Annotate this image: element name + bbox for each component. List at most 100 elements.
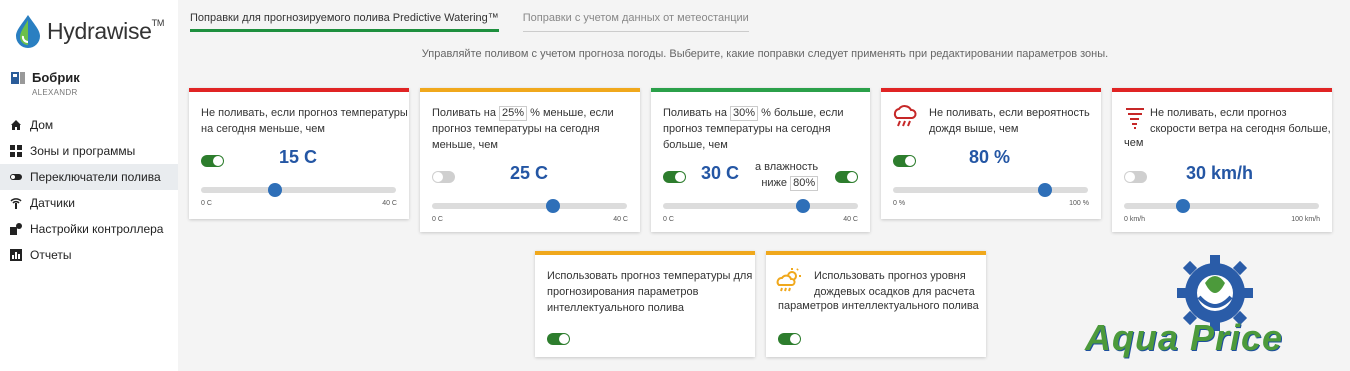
- slider-thumb[interactable]: [545, 199, 560, 213]
- card-slider[interactable]: [201, 183, 396, 197]
- chart-icon: [10, 249, 22, 261]
- card-text: прогнозирования параметров: [547, 286, 699, 298]
- card-slider[interactable]: [893, 183, 1088, 197]
- card-text: % больше, если: [758, 107, 844, 119]
- card-text: Не поливать, если прогноз температуры: [201, 107, 408, 119]
- card-toggle[interactable]: [201, 155, 224, 167]
- aqua-price-watermark: Aqua Price: [1085, 255, 1345, 365]
- card-text: Использовать прогноз уровня: [814, 270, 966, 282]
- card-toggle[interactable]: [663, 171, 686, 183]
- sidebar-item-home[interactable]: Дом: [0, 112, 178, 138]
- tab-weather-station[interactable]: Поправки с учетом данных от метеостанции: [522, 12, 749, 32]
- card-text: чем: [1124, 137, 1144, 149]
- card-text: дождя выше, чем: [929, 123, 1019, 135]
- watermark-text: Aqua Price: [1085, 317, 1284, 358]
- card-wind-speed: Не поливать, если прогноз скорости ветра…: [1112, 88, 1332, 232]
- user-block[interactable]: Бобрик ALEXANDR: [10, 70, 80, 97]
- humidity-label: а влажность: [755, 161, 819, 173]
- slider-thumb[interactable]: [1175, 199, 1190, 213]
- slider-max: 100 km/h: [1291, 216, 1320, 223]
- card-text: скорости ветра на сегодня больше,: [1150, 123, 1331, 135]
- grid-icon: [10, 145, 22, 157]
- slider-thumb[interactable]: [796, 199, 811, 213]
- card-rain-probability: Не поливать, если вероятность дождя выше…: [881, 88, 1101, 219]
- page-description: Управляйте поливом с учетом прогноза пог…: [421, 48, 1109, 60]
- antenna-icon: [10, 197, 22, 209]
- humidity-input[interactable]: 80%: [790, 176, 819, 191]
- logo-name: Hydrawise: [47, 17, 152, 44]
- card-text: Не поливать, если прогноз: [1150, 107, 1287, 119]
- sidebar-item-watering-switches[interactable]: Переключатели полива: [0, 164, 178, 190]
- sidebar-item-reports[interactable]: Отчеты: [0, 242, 178, 268]
- card-text: прогноз температуры на сегодня: [432, 123, 600, 135]
- card-water-less: Поливать на 25% % меньше, если прогноз т…: [420, 88, 640, 232]
- card-toggle[interactable]: [432, 171, 455, 183]
- slider-max: 40 C: [613, 216, 628, 223]
- slider-max: 100 %: [1069, 200, 1089, 207]
- card-value: 30 C: [701, 163, 740, 183]
- slider-thumb[interactable]: [1038, 183, 1053, 197]
- sidebar-item-sensors[interactable]: Датчики: [0, 190, 178, 216]
- card-toggle[interactable]: [547, 333, 570, 345]
- slider-min: 0 C: [432, 216, 443, 223]
- toggle-icon: [10, 171, 22, 183]
- sidebar-item-label: Настройки контроллера: [30, 222, 164, 236]
- card-slider[interactable]: [1124, 199, 1319, 213]
- slider-max: 40 C: [843, 216, 858, 223]
- card-text: меньше, чем: [432, 139, 498, 151]
- slider-min: 0 %: [893, 200, 906, 207]
- logo-tm: TM: [151, 17, 165, 28]
- percent-input[interactable]: 30%: [730, 106, 759, 121]
- slider-min: 0 km/h: [1124, 216, 1146, 223]
- card-text: Поливать на: [432, 107, 500, 119]
- card-text: интеллектуального полива: [547, 302, 684, 314]
- card-water-more: Поливать на 30% % больше, если прогноз т…: [651, 88, 870, 232]
- sidebar-item-zones[interactable]: Зоны и программы: [0, 138, 178, 164]
- card-text: % меньше, если: [527, 107, 614, 119]
- card-text: параметров интеллектуального полива: [778, 300, 979, 312]
- user-name: Бобрик: [32, 70, 80, 85]
- sidebar-item-label: Дом: [30, 118, 54, 132]
- slider-max: 40 C: [382, 200, 397, 207]
- rain-cloud-icon: [893, 105, 917, 127]
- card-toggle[interactable]: [778, 333, 801, 345]
- card-text: Поливать на: [663, 107, 731, 119]
- water-drop-icon: [16, 15, 40, 48]
- sidebar-item-label: Отчеты: [30, 248, 72, 262]
- card-slider[interactable]: [432, 199, 627, 213]
- slider-min: 0 C: [201, 200, 212, 207]
- card-use-temp-forecast: Использовать прогноз температуры для про…: [535, 251, 755, 357]
- card-text: Использовать прогноз температуры для: [547, 270, 753, 282]
- card-value: 15 C: [279, 147, 318, 167]
- slider-thumb[interactable]: [268, 183, 283, 197]
- sun-rain-icon: [776, 268, 801, 292]
- tornado-icon: [1126, 108, 1144, 129]
- humidity-toggle[interactable]: [835, 171, 858, 183]
- tab-predictive-watering[interactable]: Поправки для прогнозируемого полива Pred…: [190, 12, 499, 32]
- user-login: ALEXANDR: [32, 88, 78, 97]
- sidebar-item-label: Зоны и программы: [30, 144, 136, 158]
- card-text: на сегодня меньше, чем: [201, 123, 325, 135]
- tab-bar: Поправки для прогнозируемого полива Pred…: [190, 12, 773, 32]
- card-value: 25 C: [510, 163, 549, 183]
- card-low-temperature: Не поливать, если прогноз температуры на…: [189, 88, 409, 219]
- card-use-rain-forecast: Использовать прогноз уровня дождевых оса…: [766, 251, 986, 357]
- percent-input[interactable]: 25%: [499, 106, 528, 121]
- slider-min: 0 C: [663, 216, 674, 223]
- sidebar-item-label: Датчики: [30, 196, 75, 210]
- sidebar-menu: Дом Зоны и программы Переключатели полив…: [0, 112, 178, 268]
- sidebar-item-controller-settings[interactable]: Настройки контроллера: [0, 216, 178, 242]
- logo[interactable]: HydrawiseTM: [14, 14, 164, 48]
- card-value: 30 km/h: [1186, 163, 1254, 183]
- sidebar: HydrawiseTM Бобрик ALEXANDR Дом Зоны и п…: [0, 0, 178, 371]
- humidity-label: ниже: [761, 177, 788, 189]
- card-toggle[interactable]: [1124, 171, 1147, 183]
- controller-avatar-icon: [11, 71, 25, 84]
- card-slider[interactable]: [663, 199, 858, 213]
- card-text: больше, чем: [663, 139, 728, 151]
- home-icon: [10, 119, 22, 131]
- card-value: 80 %: [969, 147, 1011, 167]
- sidebar-item-label: Переключатели полива: [30, 170, 161, 184]
- card-toggle[interactable]: [893, 155, 916, 167]
- controller-icon: [10, 223, 22, 235]
